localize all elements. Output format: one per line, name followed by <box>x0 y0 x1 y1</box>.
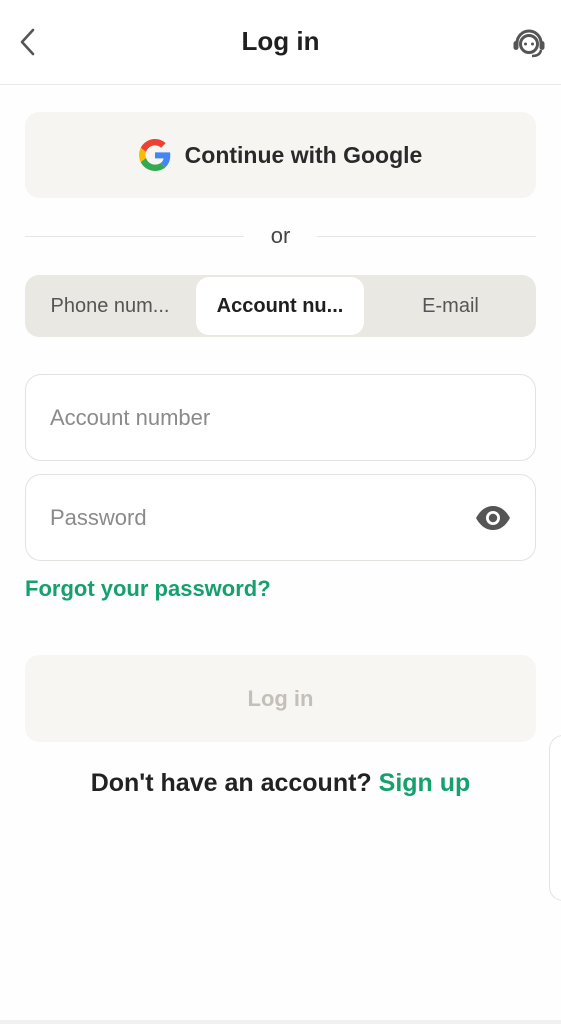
tab-account-number[interactable]: Account nu... <box>196 277 364 335</box>
signup-link[interactable]: Sign up <box>379 769 471 797</box>
side-drawer-handle[interactable] <box>549 735 561 901</box>
account-number-input[interactable] <box>50 375 470 460</box>
headset-support-icon <box>513 29 545 58</box>
bottom-edge <box>0 1020 561 1024</box>
continue-with-google-button[interactable]: Continue with Google <box>25 112 536 198</box>
tab-email[interactable]: E-mail <box>365 275 536 337</box>
tab-phone-number[interactable]: Phone num... <box>25 275 195 337</box>
support-button[interactable] <box>509 22 549 62</box>
login-method-tabs: Phone num... Account nu... E-mail <box>25 275 536 337</box>
google-logo-icon <box>138 139 170 171</box>
divider-line-right <box>317 236 536 237</box>
password-input[interactable] <box>50 475 470 560</box>
password-field-container <box>25 474 536 561</box>
login-page: Log in Continue with Google or Phone num… <box>0 0 561 1024</box>
signup-row: Don't have an account? Sign up <box>0 766 561 800</box>
google-button-label: Continue with Google <box>184 141 423 168</box>
divider-line-left <box>25 236 244 237</box>
login-button[interactable]: Log in <box>25 655 536 742</box>
or-separator: or <box>270 223 291 248</box>
toggle-password-visibility-button[interactable] <box>473 498 513 538</box>
signup-prompt: Don't have an account? <box>90 769 372 797</box>
forgot-password-link[interactable]: Forgot your password? <box>25 574 271 604</box>
eye-icon <box>476 506 510 530</box>
header-bar: Log in <box>0 0 561 85</box>
page-title: Log in <box>241 26 320 56</box>
account-number-field-container <box>25 374 536 461</box>
